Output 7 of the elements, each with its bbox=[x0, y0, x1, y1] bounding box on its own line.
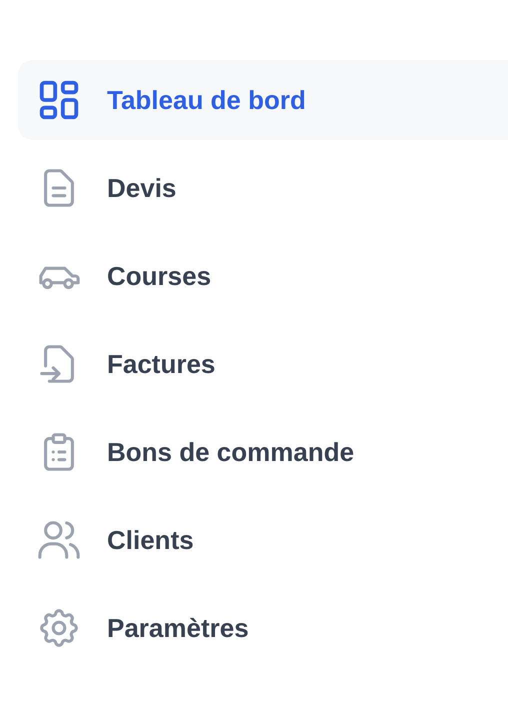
sidebar-item[interactable]: Bons de commande bbox=[18, 412, 508, 492]
sidebar-item[interactable]: Factures bbox=[18, 324, 508, 404]
sidebar-item[interactable]: Clients bbox=[18, 500, 508, 580]
sidebar-item[interactable]: Courses bbox=[18, 236, 508, 316]
sidebar-item[interactable]: Paramètres bbox=[18, 588, 508, 668]
sidebar-item[interactable]: Tableau de bord bbox=[18, 60, 508, 140]
sidebar-item[interactable]: Devis bbox=[18, 148, 508, 228]
